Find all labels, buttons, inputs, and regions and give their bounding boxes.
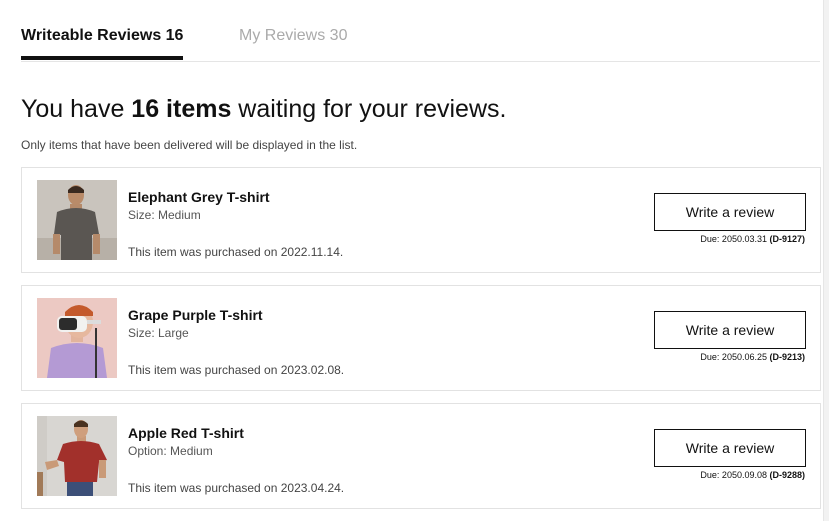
tab-my-reviews[interactable]: My Reviews 30 (239, 27, 347, 45)
review-due-date: Due: 2050.09.08 (D-9288) (700, 470, 805, 480)
write-review-button[interactable]: Write a review (654, 429, 806, 467)
product-image (37, 180, 117, 260)
review-tabs: Writeable Reviews 16 My Reviews 30 (21, 0, 820, 62)
headline-count: 16 items (131, 95, 232, 123)
due-date-text: Due: 2050.06.25 (700, 352, 770, 362)
d-day-count: (D-9127) (769, 234, 805, 244)
purchase-date: This item was purchased on 2023.02.08. (128, 363, 345, 377)
product-option: Size: Large (128, 326, 189, 340)
product-name[interactable]: Elephant Grey T-shirt (128, 189, 270, 205)
due-date-text: Due: 2050.09.08 (700, 470, 770, 480)
product-option: Option: Medium (128, 444, 213, 458)
product-image (37, 416, 117, 496)
review-due-date: Due: 2050.06.25 (D-9213) (700, 352, 805, 362)
review-item-card: Grape Purple T-shirt Size: Large This it… (21, 285, 821, 391)
purchase-date: This item was purchased on 2022.11.14. (128, 245, 344, 259)
product-name[interactable]: Grape Purple T-shirt (128, 307, 263, 323)
headline-prefix: You have (21, 95, 132, 123)
scrollbar[interactable] (823, 0, 829, 521)
write-review-button[interactable]: Write a review (654, 311, 806, 349)
write-review-button[interactable]: Write a review (654, 193, 806, 231)
review-item-card: Elephant Grey T-shirt Size: Medium This … (21, 167, 821, 273)
review-item-card: Apple Red T-shirt Option: Medium This it… (21, 403, 821, 509)
page-title: You have 16 items waiting for your revie… (21, 95, 506, 124)
review-due-date: Due: 2050.03.31 (D-9127) (700, 234, 805, 244)
due-date-text: Due: 2050.03.31 (700, 234, 770, 244)
delivery-notice: Only items that have been delivered will… (21, 138, 358, 152)
product-name[interactable]: Apple Red T-shirt (128, 425, 244, 441)
purchase-date: This item was purchased on 2023.04.24. (128, 481, 345, 495)
tab-writeable-reviews[interactable]: Writeable Reviews 16 (21, 27, 184, 60)
product-option: Size: Medium (128, 208, 201, 222)
product-image (37, 298, 117, 378)
d-day-count: (D-9288) (769, 470, 805, 480)
d-day-count: (D-9213) (769, 352, 805, 362)
headline-suffix: waiting for your reviews. (231, 95, 507, 123)
